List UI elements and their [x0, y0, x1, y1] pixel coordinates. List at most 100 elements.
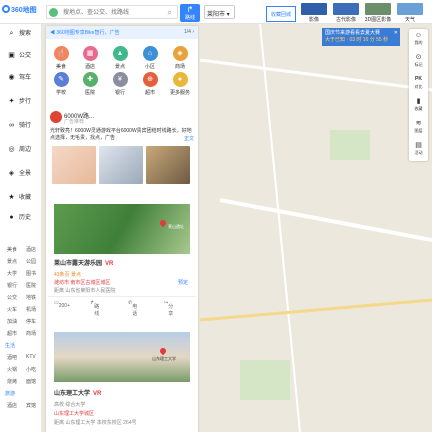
quick-school[interactable]: ✎ 学校 — [48, 72, 74, 98]
category-link[interactable]: 景点 — [7, 258, 17, 265]
category-link[interactable]: 图书 — [26, 270, 36, 277]
more-icon: ● — [172, 72, 188, 87]
category-link[interactable]: 加油 — [7, 318, 17, 325]
phone-button[interactable]: ✆ 电话 — [128, 300, 137, 317]
nav-history[interactable]: ● 历史 — [0, 208, 42, 228]
tool-weather[interactable]: 天气 — [396, 2, 424, 24]
category-link[interactable]: 烧烤 — [7, 378, 17, 385]
tool-mark[interactable]: ⊙ 标记 — [409, 51, 428, 73]
nav-bus[interactable]: ▣ 公交 — [0, 46, 42, 66]
category-link[interactable]: 宾馆 — [26, 402, 36, 409]
quick-hotel[interactable]: ▦ 酒店 — [77, 46, 103, 72]
search-input[interactable] — [63, 7, 159, 18]
tool-layers[interactable]: ≋ 图层 — [409, 117, 428, 139]
route-link[interactable]: ↱ 路线 — [90, 300, 99, 317]
search-panel: ◀ 360地图专享Bike智行，广告 1/4 › 🍴 美食 ▦ 酒店 ▲ 景点 ⌂ 小区 … — [46, 26, 198, 432]
route-button[interactable]: ↱ 路线 — [180, 4, 200, 22]
category-link[interactable]: 火车 — [7, 306, 17, 313]
share-button[interactable]: ↪ 分享 — [164, 300, 173, 317]
map-pin-label: 山东理工大学 — [152, 356, 176, 361]
result-category: 高校 综合大学 — [54, 402, 86, 408]
tool-satellite[interactable]: 影像 — [300, 2, 328, 24]
category-row: 大学 图书 — [2, 270, 40, 282]
nav-bike[interactable]: ∞ 骑行 — [0, 116, 42, 136]
category-heading: 旅游 — [5, 391, 16, 397]
category-row: 酒店 宾馆 — [2, 402, 40, 414]
right-toolbar: ☺ 我的 ⊙ 标记 PK 对比 ▮ 收藏 ≋ 图层 ▤ 活动 — [409, 29, 428, 161]
category-row: 超市 商场 — [2, 330, 40, 342]
ad-photo[interactable] — [146, 146, 190, 184]
tool-activity[interactable]: ▤ 活动 — [409, 139, 428, 161]
tool-3d[interactable]: 3D图区影像 — [364, 2, 392, 24]
category-link[interactable]: 地铁 — [26, 294, 36, 301]
tool-profile[interactable]: ☺ 我的 — [409, 29, 428, 51]
category-link[interactable]: 酒吧 — [7, 354, 17, 361]
category-link[interactable]: 火锅 — [7, 366, 17, 373]
nav-car[interactable]: ◉ 驾车 — [0, 68, 42, 88]
quick-bank[interactable]: ¥ 银行 — [107, 72, 133, 98]
quick-mall[interactable]: ◈ 商场 — [167, 46, 193, 72]
quick-supermarket[interactable]: ⊕ 超市 — [137, 72, 163, 98]
category-link[interactable]: KTV — [26, 354, 36, 360]
tool-compare[interactable]: PK 对比 — [409, 73, 428, 95]
category-heading: 生活 — [5, 343, 16, 349]
quick-hospital[interactable]: ✚ 医院 — [77, 72, 103, 98]
nav-around[interactable]: ◎ 周边 — [0, 140, 42, 160]
category-row: 银行 医院 — [2, 282, 40, 294]
nav-walk[interactable]: ✦ 步行 — [0, 92, 42, 112]
quick-community[interactable]: ⌂ 小区 — [137, 46, 163, 72]
search-box[interactable]: ⌕ — [46, 5, 178, 19]
top-header: 360地图 ⌕ ↱路线 莱阳市 ▾ 收藏回城 影像 古代影像 3D图区影像 天气 — [0, 0, 432, 24]
category-link[interactable]: 商场 — [26, 330, 36, 337]
quick-more[interactable]: ● 更多服务 — [167, 72, 193, 98]
result-title[interactable]: 山东理工大学 VR — [54, 388, 101, 397]
category-link[interactable]: 酒店 — [26, 246, 36, 253]
magnifier-icon[interactable]: ⌕ — [168, 8, 172, 18]
category-link[interactable]: 美食 — [7, 246, 17, 253]
category-row: 公交 地铁 — [2, 294, 40, 306]
tool-bookmark[interactable]: ▮ 收藏 — [409, 95, 428, 117]
bike-icon: ∞ — [9, 122, 14, 129]
ad-text[interactable]: 光轩致亮！6000W灵通游戏平台6000W贵宾团结时线路长，好地点选择，无毛贵，… — [50, 128, 194, 142]
ad-photo[interactable] — [52, 146, 96, 184]
nav-panorama[interactable]: ◈ 全景 — [0, 164, 42, 184]
ad-card[interactable]: 6000W路... 广告推荐 光轩致亮！6000W灵通游戏平台6000W贵宾团结… — [46, 108, 198, 192]
category-row: 火车 机场 — [2, 306, 40, 318]
category-link[interactable]: 医院 — [26, 282, 36, 289]
close-icon[interactable]: ✕ — [394, 30, 398, 37]
ad-link[interactable]: 正文 — [184, 135, 194, 142]
tool-return-city[interactable]: 收藏回城 — [266, 6, 296, 22]
history-icon: ● — [9, 214, 14, 221]
category-row: 美食 酒店 — [2, 246, 40, 258]
category-link[interactable]: 面馆 — [26, 378, 36, 385]
hotel-icon: ▦ — [82, 46, 98, 61]
result-title[interactable]: 莱山市露天游乐园 VR — [54, 258, 113, 267]
notice-bar[interactable]: ◀ 360地图专享Bike智行，广告 1/4 › — [46, 26, 198, 39]
promo-banner[interactable]: 国庆节来游看看去夏大赛 ✕ 大于已知 · 03 时 16 分 55 秒 — [322, 28, 400, 46]
notice-pager[interactable]: 1/4 › — [184, 29, 194, 35]
around-icon: ◎ — [8, 146, 15, 153]
category-link[interactable]: 停车 — [26, 318, 36, 325]
city-selector[interactable]: 莱阳市 ▾ — [204, 5, 235, 19]
smile-icon: ☺ — [414, 32, 423, 39]
category-link[interactable]: 超市 — [7, 330, 17, 337]
category-link[interactable]: 小吃 — [26, 366, 36, 373]
category-link[interactable]: 公交 — [7, 294, 17, 301]
result-card[interactable]: 山东理工大学 山东理工大学 VR 高校 综合大学 山东理工大学城区 距离 山东理工… — [48, 326, 196, 432]
quick-food[interactable]: 🍴 美食 — [48, 46, 74, 72]
tool-ancient[interactable]: 古代影像 — [332, 2, 360, 24]
category-link[interactable]: 银行 — [7, 282, 17, 289]
comments-button[interactable]: ▭ 200+ — [54, 300, 70, 309]
quick-scenic[interactable]: ▲ 景点 — [107, 46, 133, 72]
app-logo[interactable]: 360地图 — [2, 5, 40, 17]
search-icon: ⌕ — [9, 30, 14, 37]
category-link[interactable]: 大学 — [7, 270, 17, 277]
category-link[interactable]: 机场 — [26, 306, 36, 313]
book-button[interactable]: 预定 — [178, 279, 188, 286]
result-card[interactable]: 莱山遗址 莱山市露天游乐园 VR 43条页 景点 潍坊市 南市区古城区城区 距离 … — [48, 198, 196, 317]
nav-search[interactable]: ⌕ 搜索 — [0, 24, 42, 44]
ad-photo[interactable] — [99, 146, 143, 184]
nav-favorite[interactable]: ★ 收藏 — [0, 188, 42, 208]
category-link[interactable]: 公园 — [26, 258, 36, 265]
category-link[interactable]: 酒店 — [7, 402, 17, 409]
